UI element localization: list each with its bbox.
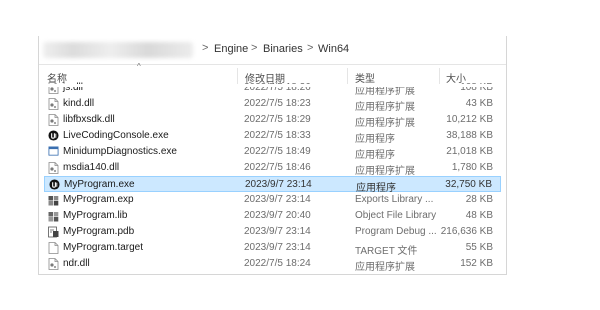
file-date: 2022/7/5 18:29 [244, 114, 311, 125]
blurred-path-segment [43, 42, 193, 58]
file-row[interactable]: MyProgram.exp 2023/9/7 23:14 Exports Libra… [44, 192, 501, 208]
file-size: 21,018 KB [446, 146, 493, 157]
file-name: msdia140.dll [63, 162, 120, 173]
unreal-logo-icon [49, 179, 60, 191]
file-name: MyProgram.pdb [63, 226, 135, 237]
file-name: kind.dll [63, 98, 95, 109]
file-row[interactable]: msdia140.dll 2022/7/5 18:46 应用程序扩展 1,780 KB [44, 160, 501, 177]
dll-file-icon [48, 98, 59, 110]
file-size: 10,212 KB [446, 114, 493, 125]
breadcrumb-separator-icon: > [307, 42, 314, 54]
file-name: MyProgram.exp [63, 194, 134, 205]
file-type: 应用程序扩展 [355, 262, 415, 273]
file-date: 2023/9/7 23:14 [244, 242, 311, 253]
dll-file-icon [48, 162, 59, 174]
file-size: 152 KB [460, 258, 493, 269]
file-size: 48 KB [465, 210, 493, 221]
file-date: 2022/7/5 18:33 [244, 130, 311, 141]
file-size: 43 KB [465, 98, 493, 109]
file-type: 应用程序扩展 [355, 102, 415, 113]
file-type: 应用程序 [355, 134, 395, 145]
file-name: MinidumpDiagnostics.exe [63, 146, 177, 157]
file-type: TARGET 文件 [355, 246, 418, 257]
breadcrumb-item-engine[interactable]: Engine [214, 43, 248, 55]
file-date: 2023/9/7 23:14 [244, 226, 311, 237]
dll-file-icon [48, 258, 59, 270]
file-date: 2023/9/7 23:14 [245, 179, 312, 190]
breadcrumb-item-binaries[interactable]: Binaries [263, 43, 303, 55]
file-date: 2022/7/5 18:49 [244, 146, 311, 157]
file-size: 38,188 KB [446, 130, 493, 141]
file-size: 55 KB [465, 242, 493, 253]
file-row[interactable]: MyProgram.exe 2023/9/7 23:14 应用程序 32,750 KB [44, 176, 501, 194]
lib-file-icon [48, 210, 59, 222]
file-row[interactable]: ndr.dll 2022/7/5 18:24 应用程序扩展 152 KB [44, 256, 501, 273]
file-name: MyProgram.target [63, 242, 144, 253]
file-row[interactable]: MyProgram.pdb 2023/9/7 23:14 Program Debug… [44, 224, 501, 240]
file-row[interactable]: MyProgram.target 2023/9/7 23:14 TARGET 文件 5… [44, 240, 501, 257]
file-date: 2023/9/7 20:40 [244, 210, 311, 221]
unreal-logo-icon [48, 130, 59, 142]
file-size: 32,750 KB [445, 179, 492, 190]
file-type: Object File Library [355, 210, 437, 221]
file-date: 2022/7/5 18:24 [244, 258, 311, 269]
file-name: MyProgram.lib [63, 210, 128, 221]
file-size: 1,780 KB [451, 162, 493, 173]
file-name: LiveCodingConsole.exe [63, 130, 169, 141]
file-name: MyProgram.exe [64, 179, 135, 190]
file-row[interactable]: MyProgram.lib 2023/9/7 20:40 Object File L… [44, 208, 501, 224]
sort-ascending-icon: ^ [137, 62, 141, 71]
file-explorer-window: > Engine > Binaries > Win64 ^ 名称 修改日期 类型… [38, 36, 507, 275]
file-size: 28 KB [465, 194, 493, 205]
file-date: 2023/9/7 23:14 [244, 194, 311, 205]
file-row[interactable]: libfbxsdk.dll 2022/7/5 18:29 应用程序扩展 10,212 … [44, 112, 501, 129]
file-type: 应用程序扩展 [355, 118, 415, 129]
file-name: ndr.dll [63, 258, 90, 269]
file-date: 2022/7/5 18:46 [244, 162, 311, 173]
breadcrumb-separator-icon: > [202, 42, 209, 54]
file-type: 应用程序 [355, 150, 395, 161]
address-bar[interactable]: > Engine > Binaries > Win64 [39, 36, 506, 65]
breadcrumb-item-win64[interactable]: Win64 [318, 43, 349, 55]
pdb-file-icon [48, 226, 59, 238]
breadcrumb-separator-icon: > [251, 42, 258, 54]
file-name: libfbxsdk.dll [63, 114, 115, 125]
file-type: Exports Library ... [355, 194, 434, 205]
list-top-clip [39, 84, 506, 87]
file-date: 2022/7/5 18:23 [244, 98, 311, 109]
exp-file-icon [48, 194, 59, 206]
file-row[interactable]: LiveCodingConsole.exe 2022/7/5 18:33 应用程序 3… [44, 128, 501, 145]
blank-file-icon [48, 242, 59, 254]
file-row[interactable]: js.dll 2022/7/5 18:26 应用程序扩展 108 KB [44, 80, 501, 97]
file-size: 216,636 KB [440, 226, 493, 237]
dll-file-icon [48, 114, 59, 126]
file-row[interactable]: MinidumpDiagnostics.exe 2022/7/5 18:49 应用程… [44, 144, 501, 161]
exe-window-icon [48, 146, 59, 158]
file-row[interactable]: kind.dll 2022/7/5 18:23 应用程序扩展 43 KB [44, 96, 501, 113]
file-type: 应用程序扩展 [355, 166, 415, 177]
file-type: Program Debug ... [355, 226, 437, 237]
